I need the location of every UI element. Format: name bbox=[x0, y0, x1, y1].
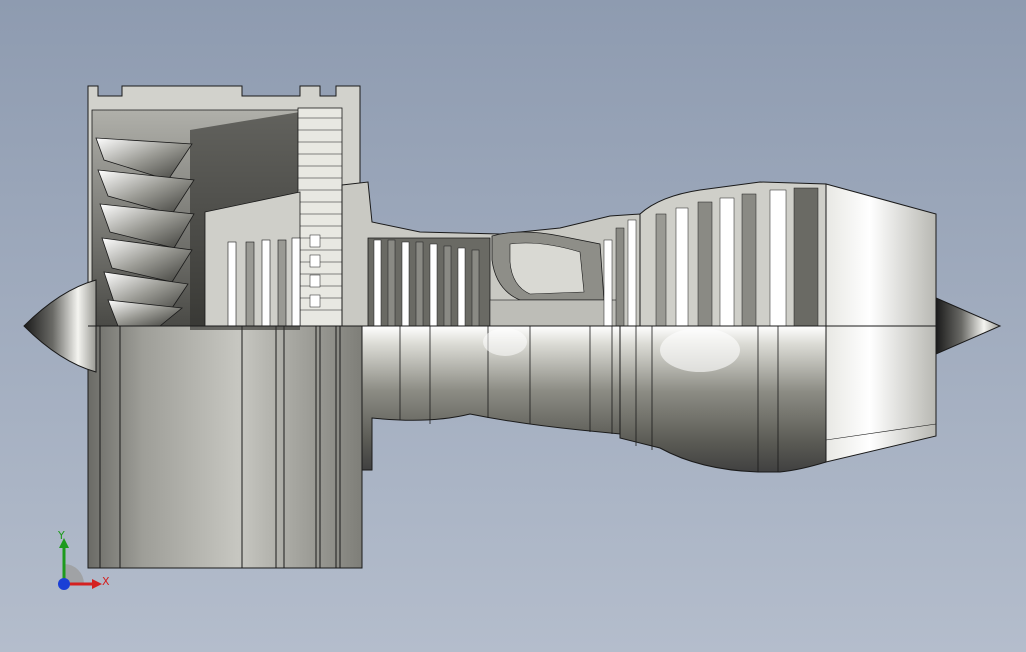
compressor-section[interactable] bbox=[341, 181, 641, 327]
engine-model[interactable] bbox=[0, 0, 1026, 652]
y-axis-label: Y bbox=[58, 529, 65, 542]
combustor bbox=[489, 231, 621, 327]
spinner-cone[interactable] bbox=[23, 279, 97, 373]
outlet-guide-vanes bbox=[297, 107, 343, 327]
fan-cowl[interactable] bbox=[87, 325, 363, 569]
exhaust-plug[interactable] bbox=[935, 297, 1002, 355]
lp-turbine-case[interactable] bbox=[619, 181, 827, 473]
x-axis-label: X bbox=[102, 575, 110, 588]
booster-stages bbox=[204, 191, 301, 327]
graphics-viewport[interactable]: Y X bbox=[0, 0, 1026, 652]
coordinate-triad: Y X bbox=[48, 530, 120, 602]
core-casing[interactable] bbox=[361, 325, 621, 471]
exhaust-nozzle[interactable] bbox=[825, 183, 937, 463]
fan-case-section[interactable] bbox=[87, 85, 361, 330]
